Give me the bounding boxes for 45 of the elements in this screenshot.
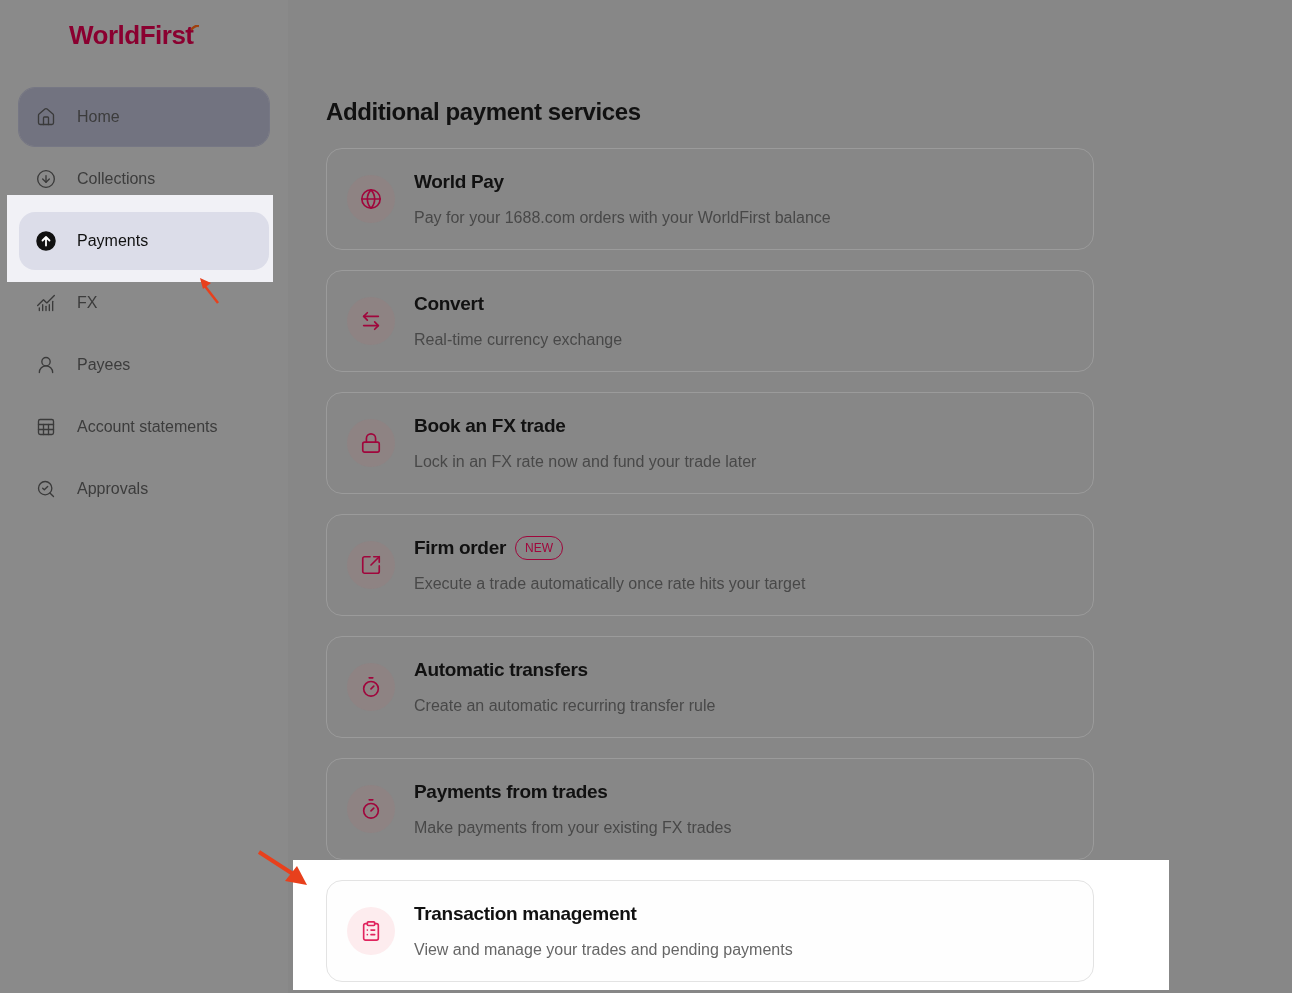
clipboard-icon [360, 920, 382, 942]
timer-icon [360, 798, 382, 820]
lock-icon [360, 432, 382, 454]
user-icon [36, 355, 56, 375]
chart-square-icon [360, 554, 382, 576]
card-description: Make payments from your existing FX trades [414, 818, 732, 839]
card-description: Create an automatic recurring transfer rule [414, 696, 716, 717]
search-check-icon [36, 479, 56, 499]
exchange-icon [360, 310, 382, 332]
table-icon [36, 417, 56, 437]
card-description: View and manage your trades and pending payments [414, 940, 793, 961]
pointer-arrow [257, 850, 309, 886]
card-description: Lock in an FX rate now and fund your trade later [414, 452, 757, 473]
card-title: Payments from trades [414, 779, 608, 804]
upload-circle-icon [36, 231, 56, 251]
card-description: Execute a trade automatically once rate hits your target [414, 574, 806, 595]
service-card[interactable]: Book an FX trade Lock in an FX rate now and fund your trade later [326, 392, 1094, 494]
card-title: Transaction management [414, 901, 637, 926]
service-card[interactable]: Automatic transfers Create an automatic recurring transfer rule [326, 636, 1094, 738]
card-title: World Pay [414, 169, 504, 194]
house-icon [36, 107, 56, 127]
sidebar-item[interactable]: Payments [19, 212, 269, 270]
card-title: Book an FX trade [414, 413, 566, 438]
sidebar-item[interactable]: FX [19, 286, 269, 320]
page-title: Additional payment services [326, 97, 642, 127]
service-card[interactable]: Transaction management View and manage your trades and pending payments [326, 880, 1094, 982]
logo[interactable]: WorldFirst [69, 15, 194, 55]
download-circle-icon [36, 169, 56, 189]
service-card[interactable]: World Pay Pay for your 1688.com orders with your WorldFirst balance [326, 148, 1094, 250]
card-description: Real-time currency exchange [414, 330, 623, 351]
globe-icon [360, 188, 382, 210]
timer-icon [360, 676, 382, 698]
sidebar-item[interactable]: Collections [19, 162, 269, 196]
sidebar-item[interactable]: Approvals [19, 472, 269, 506]
service-card[interactable]: Firm order NEW Execute a trade automatically once rate hits your target [326, 514, 1094, 616]
card-description: Pay for your 1688.com orders with your WorldFirst balance [414, 208, 831, 229]
card-title: Automatic transfers [414, 657, 588, 682]
service-card[interactable]: Payments from trades Make payments from your existing FX trades [326, 758, 1094, 860]
service-card[interactable]: Convert Real-time currency exchange [326, 270, 1094, 372]
card-title: Convert [414, 291, 484, 316]
chart-icon [36, 293, 56, 313]
sidebar-item[interactable]: Account statements [19, 410, 269, 444]
pointer-arrow [199, 277, 221, 305]
card-title: Firm order [414, 535, 507, 560]
sidebar-item[interactable]: Payees [19, 348, 269, 382]
